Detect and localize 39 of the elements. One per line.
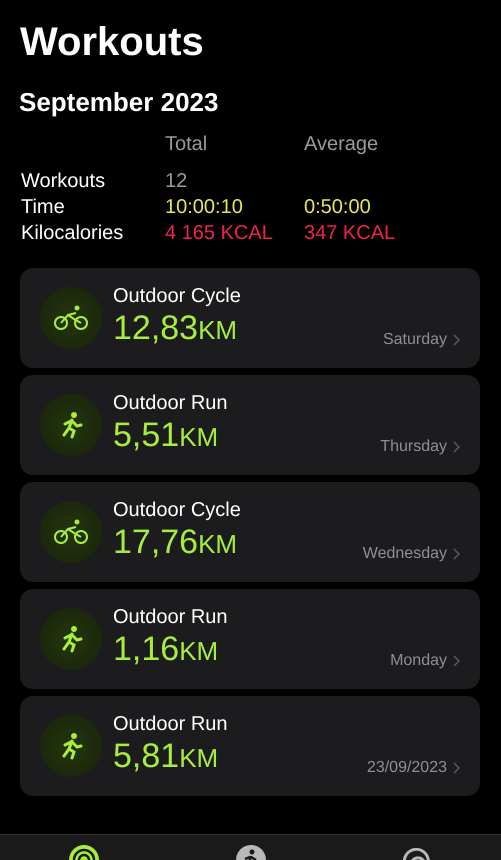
column-heading: Total: [165, 132, 208, 156]
workout-card[interactable]: Outdoor Cycle 12,83KM Saturday: [20, 268, 480, 368]
bicycle-icon: [54, 305, 88, 331]
stat-total: 10:00:10: [165, 195, 244, 219]
workout-card[interactable]: Outdoor Cycle 17,76KM Wednesday: [20, 482, 480, 582]
workout-distance: 5,81KM: [113, 736, 220, 777]
stat-total: 4 165 KCAL: [165, 221, 274, 245]
stat-label: Time: [21, 195, 66, 219]
stat-average: 347 KCAL: [304, 221, 396, 245]
workout-name: Outdoor Run: [113, 391, 228, 415]
workout-name: Outdoor Run: [113, 605, 228, 629]
month-heading: September 2023: [19, 86, 220, 118]
workout-distance: 17,76KM: [113, 522, 238, 563]
workout-distance: 5,51KM: [113, 415, 220, 456]
chevron-icon: [453, 334, 460, 346]
workout-card[interactable]: Outdoor Run 1,16KM Monday: [20, 589, 480, 689]
stat-total: 12: [165, 169, 188, 193]
chevron-icon: [453, 655, 460, 667]
workout-name: Outdoor Cycle: [113, 284, 241, 308]
column-heading: Average: [304, 132, 380, 156]
workout-card[interactable]: Outdoor Run 5,51KM Thursday: [20, 375, 480, 475]
stat-label: Kilocalories: [21, 221, 124, 245]
bicycle-icon: [54, 519, 88, 545]
chevron-icon: [453, 762, 460, 774]
stat-average: 0:50:00: [304, 195, 372, 219]
workout-date: Monday: [390, 652, 447, 670]
workout-distance: 12,83KM: [113, 308, 238, 349]
page-title: Workouts: [20, 19, 205, 66]
stat-label: Workouts: [21, 169, 106, 193]
workout-name: Outdoor Cycle: [113, 498, 241, 522]
workout-date: Thursday: [380, 438, 447, 456]
workout-distance: 1,16KM: [113, 629, 220, 670]
workout-name: Outdoor Run: [113, 712, 228, 736]
workout-date: Saturday: [382, 331, 447, 349]
workout-card[interactable]: Outdoor Run 5,81KM 23/09/2023: [20, 696, 480, 796]
chevron-icon: [453, 548, 460, 560]
workout-date: Wednesday: [362, 545, 447, 563]
workout-date: 23/09/2023: [366, 759, 447, 777]
chevron-icon: [453, 441, 460, 453]
